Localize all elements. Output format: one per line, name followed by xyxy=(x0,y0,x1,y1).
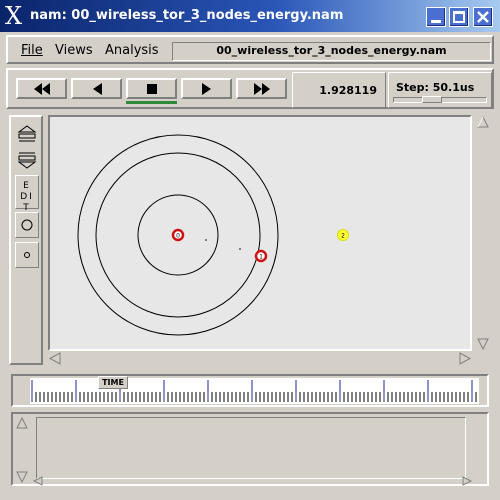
rewind-icon xyxy=(33,82,50,95)
step-control: Step: 50.1us xyxy=(388,72,492,108)
play-backward-icon xyxy=(92,82,102,95)
stop-icon xyxy=(146,83,157,94)
play-backward-button[interactable] xyxy=(71,78,122,99)
title-bar[interactable]: X nam: 00_wireless_tor_3_nodes_energy.na… xyxy=(0,0,500,32)
annotation-text-area[interactable] xyxy=(36,417,466,479)
horizontal-scrollbar[interactable] xyxy=(48,352,472,365)
scroll-down-arrow-icon xyxy=(16,471,28,484)
node-down-tool[interactable] xyxy=(15,150,39,170)
horizontal-scrollbar-svg xyxy=(48,352,472,365)
scroll-right-arrow-icon xyxy=(459,352,472,365)
edit-tool-column: EDIT xyxy=(9,115,43,365)
current-time-value: 1.928119 xyxy=(319,83,377,97)
menu-file[interactable]: File xyxy=(21,43,43,58)
time-slider[interactable] xyxy=(11,374,489,407)
node-0-label: 0 xyxy=(176,233,180,240)
annotation-scrollbar[interactable] xyxy=(15,416,29,486)
play-forward-icon xyxy=(201,82,211,95)
node-0[interactable]: 0 xyxy=(171,228,185,242)
vertical-scrollbar[interactable] xyxy=(476,115,490,351)
scroll-up-arrow-icon xyxy=(16,416,28,429)
rewind-button[interactable] xyxy=(16,78,67,99)
maximize-button[interactable] xyxy=(449,7,469,27)
scroll-right-arrow-icon xyxy=(462,476,473,486)
packet-dot xyxy=(239,248,241,250)
node-1-label: 1 xyxy=(259,254,263,261)
active-indicator xyxy=(126,101,177,104)
x-logo-icon: X xyxy=(5,2,23,30)
node-up-tool[interactable] xyxy=(15,124,39,144)
minimize-button[interactable] xyxy=(426,7,446,27)
node-2-label: 2 xyxy=(341,233,345,240)
transport-toolbar: 1.928119 Step: 50.1us xyxy=(6,68,494,109)
layer-down-icon xyxy=(17,152,37,169)
step-slider[interactable] xyxy=(393,96,487,103)
menu-bar: File Views Analysis 00_wireless_tor_3_no… xyxy=(6,35,494,64)
fast-forward-icon xyxy=(253,82,270,95)
time-slider-thumb[interactable]: TIME xyxy=(98,376,128,389)
close-button[interactable] xyxy=(473,7,493,27)
minimize-icon xyxy=(431,20,441,23)
step-slider-thumb[interactable] xyxy=(422,96,442,103)
maximize-icon xyxy=(453,11,465,23)
current-time-display: 1.928119 xyxy=(292,72,386,108)
edit-label: EDIT xyxy=(20,181,34,213)
scroll-up-arrow-icon xyxy=(477,115,489,128)
small-circle-tool-button[interactable] xyxy=(15,242,39,268)
scroll-left-arrow-icon xyxy=(48,352,61,365)
step-label: Step: 50.1us xyxy=(396,81,475,94)
node-2[interactable]: 2 xyxy=(337,229,349,241)
file-name-label: 00_wireless_tor_3_nodes_energy.nam xyxy=(172,42,491,61)
time-marker-label: TIME xyxy=(102,378,124,387)
small-circle-icon xyxy=(24,252,30,258)
node-1[interactable]: 1 xyxy=(254,249,268,263)
close-icon xyxy=(477,11,489,23)
stop-button[interactable] xyxy=(126,78,177,99)
scroll-down-arrow-icon xyxy=(477,338,489,351)
fast-forward-button[interactable] xyxy=(236,78,287,99)
packet-dot xyxy=(205,239,207,241)
play-forward-button[interactable] xyxy=(181,78,232,99)
large-circle-icon xyxy=(21,219,33,231)
annotation-hscrollbar[interactable] xyxy=(33,476,473,486)
circle-tool-button[interactable] xyxy=(15,212,39,238)
vertical-scrollbar-svg xyxy=(477,115,489,351)
layer-up-icon xyxy=(17,125,37,142)
scroll-left-arrow-icon xyxy=(33,476,43,486)
canvas-svg[interactable]: 0 1 2 xyxy=(50,117,470,349)
annotation-pane xyxy=(11,412,489,486)
window-title: nam: 00_wireless_tor_3_nodes_energy.nam xyxy=(30,8,344,23)
edit-tool-button[interactable]: EDIT xyxy=(15,175,39,213)
menu-analysis[interactable]: Analysis xyxy=(105,43,159,58)
menu-views[interactable]: Views xyxy=(55,43,93,58)
network-canvas[interactable]: 0 1 2 xyxy=(48,115,472,351)
